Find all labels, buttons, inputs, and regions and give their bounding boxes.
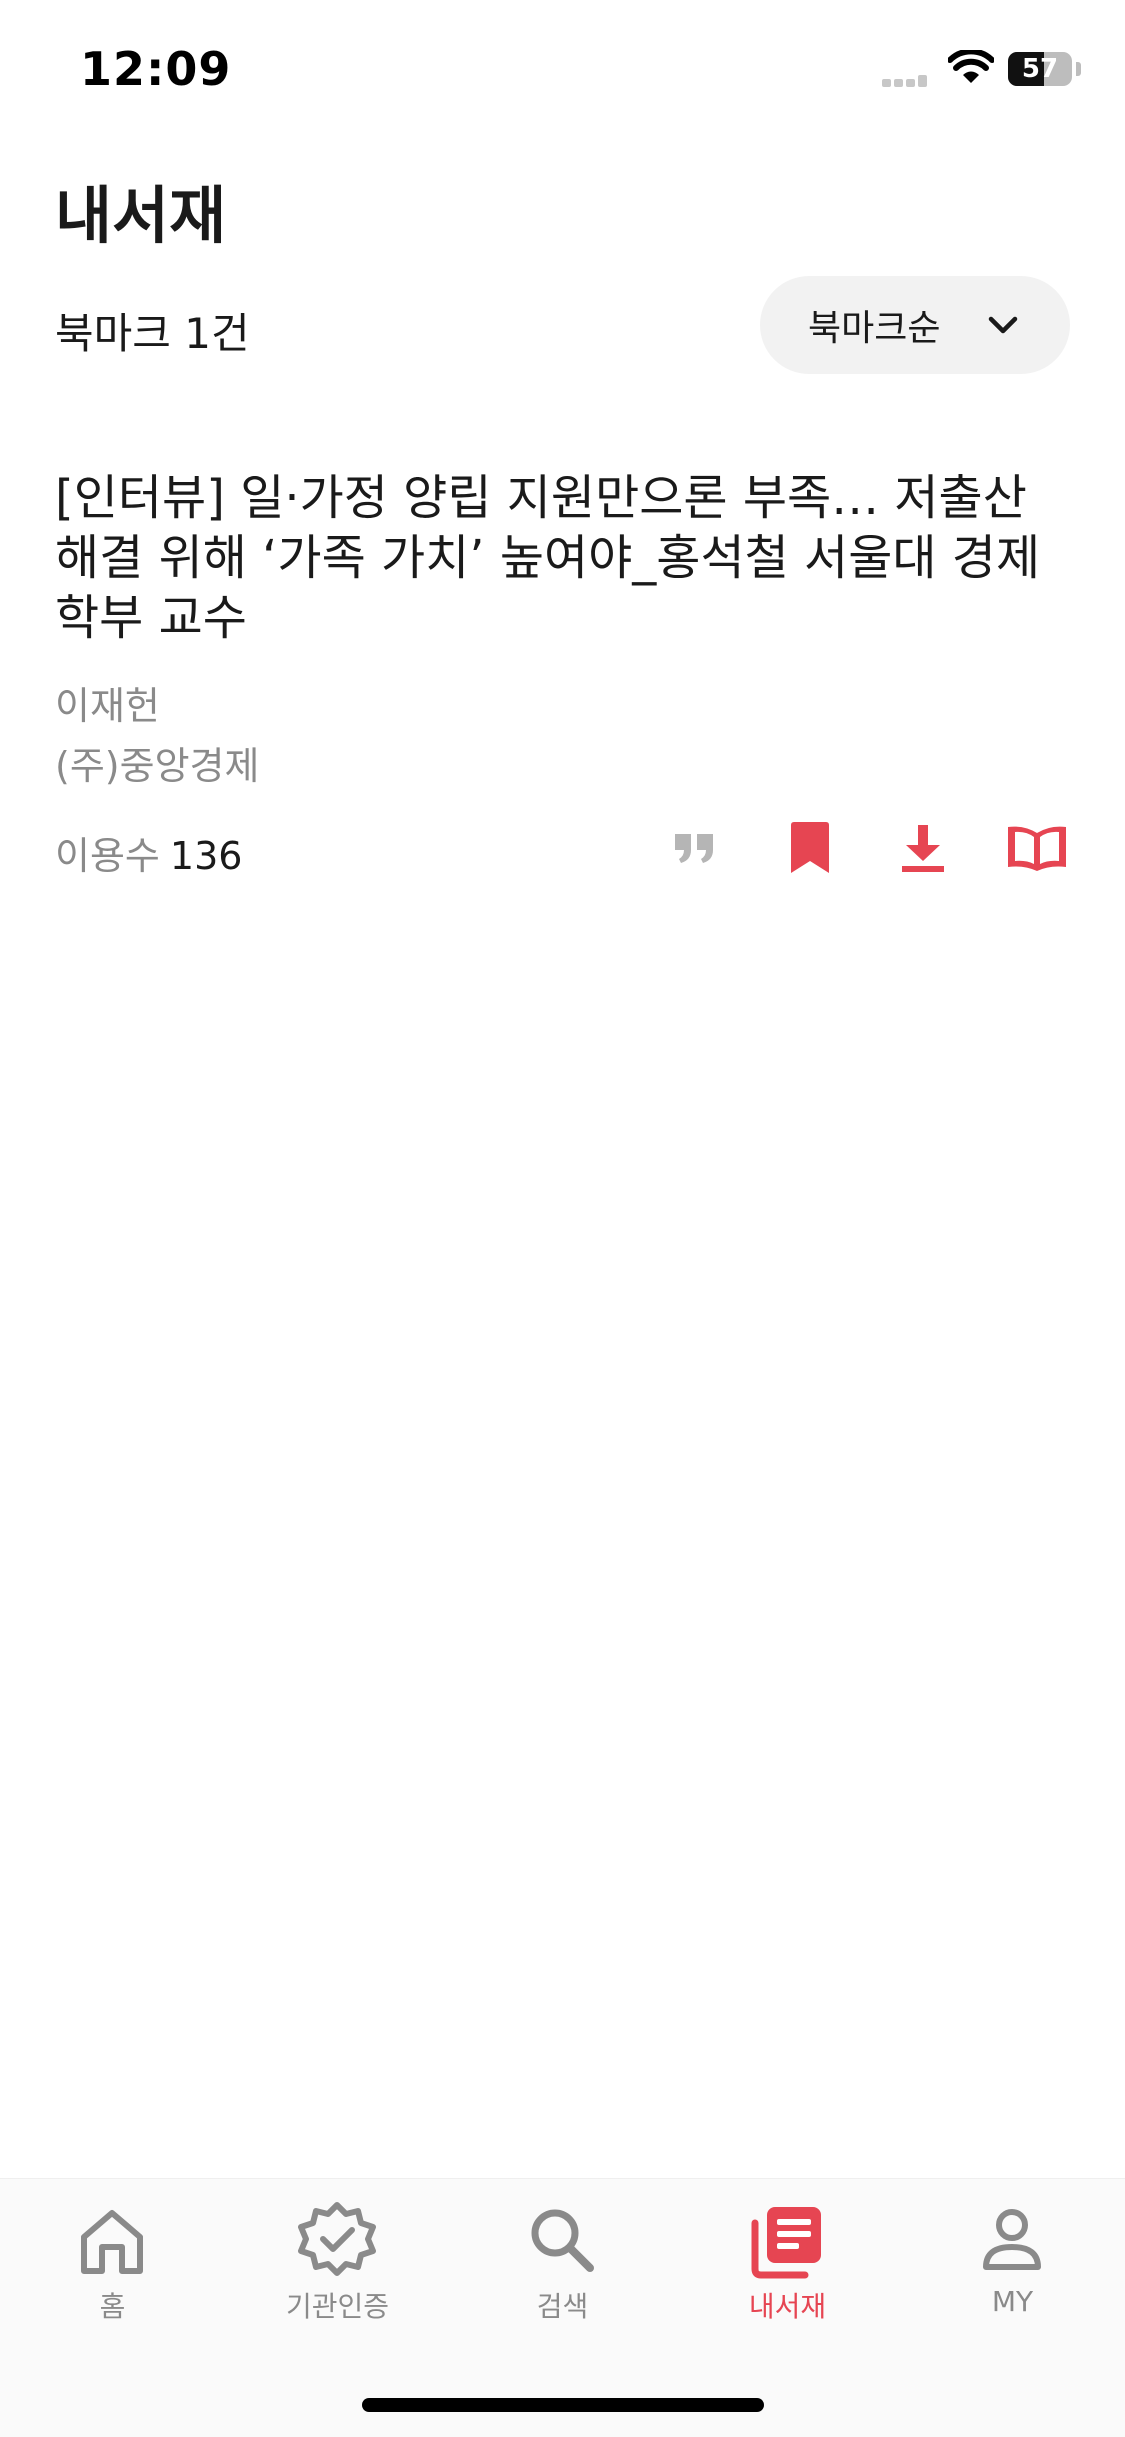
status-bar: 12:09 57	[0, 0, 1125, 130]
usage-value: 136	[169, 834, 243, 878]
open-book-icon[interactable]	[1002, 818, 1072, 878]
person-icon	[983, 2209, 1041, 2270]
battery-icon: 57	[1008, 52, 1072, 86]
usage-count: 이용수 136	[55, 825, 242, 880]
bookmark-icon[interactable]	[775, 818, 845, 878]
tab-home[interactable]: 홈	[0, 2179, 225, 2329]
bookmark-count: 북마크 1건	[55, 309, 250, 358]
search-icon	[531, 2209, 594, 2272]
tab-my[interactable]: MY	[900, 2179, 1125, 2329]
item-author: 이재헌	[55, 684, 160, 728]
tab-my-label: MY	[991, 2285, 1034, 2318]
tab-search[interactable]: 검색	[450, 2179, 675, 2329]
sort-dropdown[interactable]: 북마크순	[760, 276, 1070, 374]
quote-icon[interactable]	[660, 818, 730, 878]
tab-library[interactable]: 내서재	[675, 2179, 900, 2329]
library-icon	[751, 2207, 821, 2279]
tab-library-label: 내서재	[748, 2290, 827, 2323]
cellular-signal-icon	[882, 75, 927, 87]
tab-home-label: 홈	[99, 2290, 126, 2323]
battery-tip	[1076, 62, 1081, 76]
sort-label: 북마크순	[808, 308, 941, 349]
item-title[interactable]: [인터뷰] 일·가정 양립 지원만으론 부족… 저출산 해결 위해 ‘가족 가치…	[55, 468, 1065, 648]
usage-label: 이용수	[55, 834, 160, 878]
page-title: 내서재	[55, 179, 227, 252]
tab-institution-auth-label: 기관인증	[285, 2290, 390, 2323]
status-time: 12:09	[80, 42, 232, 96]
download-icon[interactable]	[888, 818, 958, 878]
wifi-icon	[948, 50, 994, 83]
tab-institution-auth[interactable]: 기관인증	[225, 2179, 450, 2329]
tab-search-label: 검색	[536, 2290, 589, 2323]
chevron-down-icon	[988, 316, 1018, 334]
home-icon	[81, 2210, 143, 2274]
verified-badge-icon	[298, 2202, 376, 2276]
battery-percent: 57	[1021, 54, 1059, 84]
home-indicator	[362, 2398, 764, 2412]
item-publisher: (주)중앙경제	[55, 744, 260, 788]
